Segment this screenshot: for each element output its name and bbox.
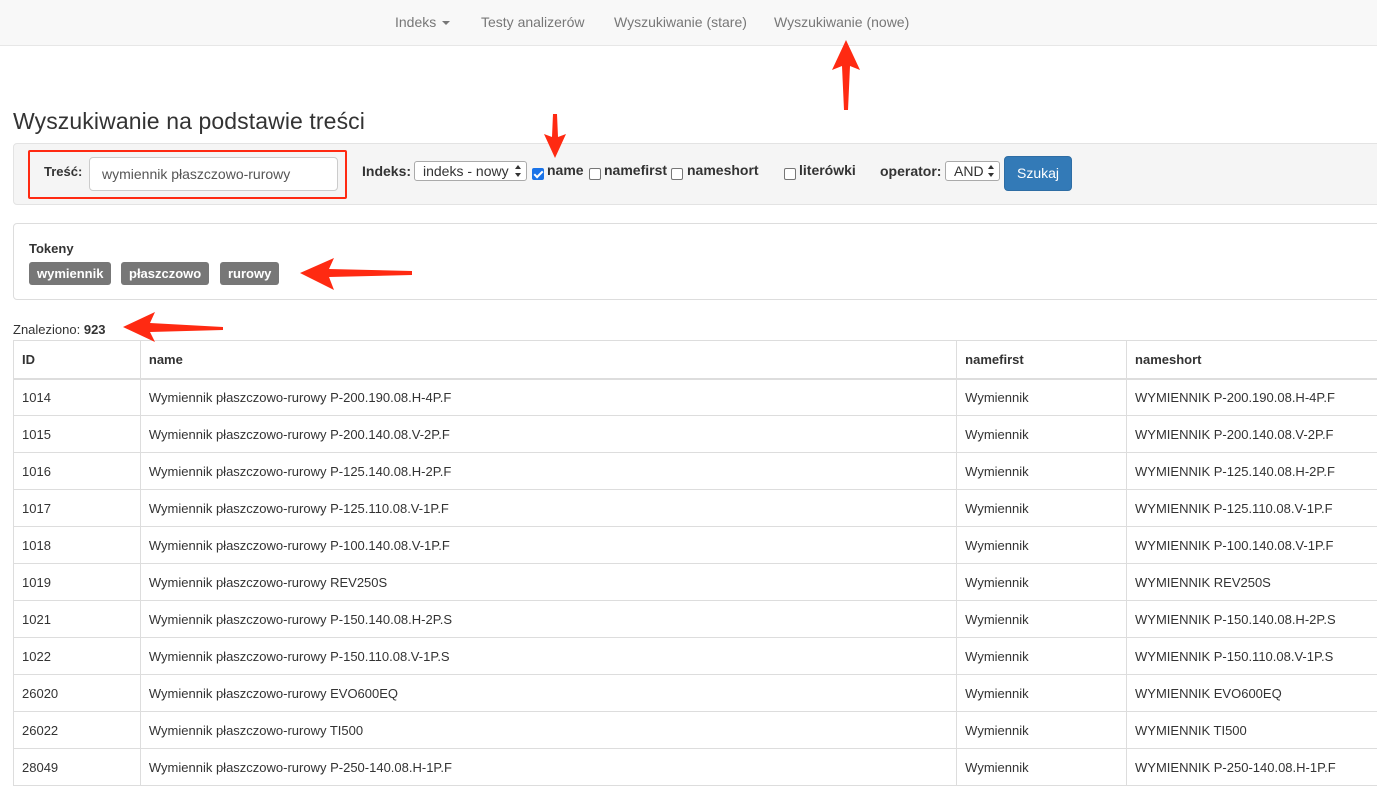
cell-nameshort: WYMIENNIK P-125.110.08.V-1P.F bbox=[1126, 489, 1377, 527]
cell-id: 1019 bbox=[13, 563, 141, 601]
checkbox-name[interactable] bbox=[532, 168, 544, 180]
cell-namefirst: Wymiennik bbox=[956, 748, 1128, 786]
cell-name: Wymiennik płaszczowo-rurowy P-125.110.08… bbox=[139, 489, 958, 527]
page-title: Wyszukiwanie na podstawie treści bbox=[13, 108, 365, 134]
cell-name: Wymiennik płaszczowo-rurowy P-100.140.08… bbox=[139, 526, 958, 564]
search-button[interactable]: Szukaj bbox=[1004, 156, 1072, 191]
cell-id: 26020 bbox=[13, 674, 141, 712]
cell-nameshort: WYMIENNIK REV250S bbox=[1126, 563, 1377, 601]
operator-label: operator: bbox=[880, 163, 942, 179]
found-number: 923 bbox=[83, 322, 106, 337]
cell-namefirst: Wymiennik bbox=[956, 711, 1128, 749]
column-header-nameshort[interactable]: nameshort bbox=[1126, 340, 1377, 380]
content-input[interactable] bbox=[89, 157, 338, 191]
cell-name: Wymiennik płaszczowo-rurowy P-200.190.08… bbox=[139, 378, 958, 416]
annotation-arrow-up-icon bbox=[832, 40, 860, 110]
column-header-id[interactable]: ID bbox=[13, 340, 141, 380]
checkbox-nameshort[interactable] bbox=[671, 168, 683, 180]
cell-namefirst: Wymiennik bbox=[956, 378, 1128, 416]
caret-down-icon bbox=[442, 21, 451, 26]
cell-id: 1017 bbox=[13, 489, 141, 527]
cell-name: Wymiennik płaszczowo-rurowy P-125.140.08… bbox=[139, 452, 958, 490]
checkbox-name-label: name bbox=[547, 162, 584, 178]
table-row[interactable]: 1021 Wymiennik płaszczowo-rurowy P-150.14… bbox=[13, 600, 1377, 638]
cell-nameshort: WYMIENNIK P-200.140.08.V-2P.F bbox=[1126, 415, 1377, 453]
results-table: ID name namefirst nameshort 1014 Wymienni… bbox=[13, 340, 1377, 786]
table-row[interactable]: 1022 Wymiennik płaszczowo-rurowy P-150.11… bbox=[13, 637, 1377, 675]
cell-nameshort: WYMIENNIK P-100.140.08.V-1P.F bbox=[1126, 526, 1377, 564]
select-arrows-icon bbox=[988, 165, 995, 177]
table-row[interactable]: 26020 Wymiennik płaszczowo-rurowy EVO600E… bbox=[13, 674, 1377, 712]
cell-nameshort: WYMIENNIK P-150.140.08.H-2P.S bbox=[1126, 600, 1377, 638]
table-header-row: ID name namefirst nameshort bbox=[13, 340, 1377, 380]
cell-nameshort: WYMIENNIK P-250-140.08.H-1P.F bbox=[1126, 748, 1377, 786]
cell-nameshort: WYMIENNIK P-150.110.08.V-1P.S bbox=[1126, 637, 1377, 675]
cell-namefirst: Wymiennik bbox=[956, 674, 1128, 712]
cell-id: 26022 bbox=[13, 711, 141, 749]
annotation-arrow-left-icon bbox=[123, 312, 223, 342]
cell-nameshort: WYMIENNIK P-200.190.08.H-4P.F bbox=[1126, 378, 1377, 416]
table-row[interactable]: 1015 Wymiennik płaszczowo-rurowy P-200.14… bbox=[13, 415, 1377, 453]
table-row[interactable]: 1018 Wymiennik płaszczowo-rurowy P-100.14… bbox=[13, 526, 1377, 564]
table-row[interactable]: 1017 Wymiennik płaszczowo-rurowy P-125.11… bbox=[13, 489, 1377, 527]
cell-name: Wymiennik płaszczowo-rurowy REV250S bbox=[139, 563, 958, 601]
tokens-panel bbox=[13, 223, 1377, 300]
checkbox-nameshort-label: nameshort bbox=[687, 162, 759, 178]
column-header-namefirst[interactable]: namefirst bbox=[956, 340, 1128, 380]
index-label: Indeks: bbox=[362, 163, 412, 179]
found-count: Znaleziono: 923 bbox=[13, 322, 106, 337]
column-header-name[interactable]: name bbox=[139, 340, 958, 380]
cell-id: 1021 bbox=[13, 600, 141, 638]
token-badge: rurowy bbox=[220, 262, 280, 285]
index-select[interactable]: indeks - nowy bbox=[414, 161, 527, 181]
results-table-body: 1014 Wymiennik płaszczowo-rurowy P-200.19… bbox=[13, 378, 1377, 786]
cell-nameshort: WYMIENNIK TI500 bbox=[1126, 711, 1377, 749]
nav-item-wyszukiwanie-stare[interactable]: Wyszukiwanie (stare) bbox=[614, 14, 747, 30]
found-label: Znaleziono: bbox=[13, 322, 81, 337]
tokens-title: Tokeny bbox=[29, 241, 74, 256]
cell-namefirst: Wymiennik bbox=[956, 452, 1128, 490]
cell-id: 1018 bbox=[13, 526, 141, 564]
cell-id: 1014 bbox=[13, 378, 141, 416]
nav-item-testy-analizerow[interactable]: Testy analizerów bbox=[481, 14, 585, 30]
cell-id: 1016 bbox=[13, 452, 141, 490]
operator-select[interactable]: AND bbox=[945, 161, 1000, 181]
cell-namefirst: Wymiennik bbox=[956, 637, 1128, 675]
cell-name: Wymiennik płaszczowo-rurowy TI500 bbox=[139, 711, 958, 749]
nav-item-wyszukiwanie-nowe[interactable]: Wyszukiwanie (nowe) bbox=[774, 14, 909, 30]
table-row[interactable]: 1016 Wymiennik płaszczowo-rurowy P-125.14… bbox=[13, 452, 1377, 490]
top-navbar: Indeks Testy analizerów Wyszukiwanie (st… bbox=[0, 0, 1377, 46]
checkbox-literowki-label: literówki bbox=[799, 162, 856, 178]
cell-namefirst: Wymiennik bbox=[956, 600, 1128, 638]
cell-id: 28049 bbox=[13, 748, 141, 786]
cell-name: Wymiennik płaszczowo-rurowy P-200.140.08… bbox=[139, 415, 958, 453]
nav-item-indeks[interactable]: Indeks bbox=[395, 14, 451, 30]
cell-id: 1015 bbox=[13, 415, 141, 453]
checkbox-namefirst[interactable] bbox=[589, 168, 601, 180]
cell-nameshort: WYMIENNIK P-125.140.08.H-2P.F bbox=[1126, 452, 1377, 490]
nav-item-label: Indeks bbox=[395, 14, 437, 30]
cell-name: Wymiennik płaszczowo-rurowy P-150.140.08… bbox=[139, 600, 958, 638]
select-arrows-icon bbox=[515, 165, 522, 177]
table-row[interactable]: 1014 Wymiennik płaszczowo-rurowy P-200.19… bbox=[13, 378, 1377, 416]
content-label: Treść: bbox=[44, 164, 83, 179]
cell-name: Wymiennik płaszczowo-rurowy P-150.110.08… bbox=[139, 637, 958, 675]
token-badge: płaszczowo bbox=[121, 262, 210, 285]
cell-namefirst: Wymiennik bbox=[956, 415, 1128, 453]
checkbox-namefirst-label: namefirst bbox=[604, 162, 668, 178]
cell-namefirst: Wymiennik bbox=[956, 563, 1128, 601]
index-select-value: indeks - nowy bbox=[423, 163, 509, 179]
table-row[interactable]: 1019 Wymiennik płaszczowo-rurowy REV250S W… bbox=[13, 563, 1377, 601]
cell-name: Wymiennik płaszczowo-rurowy EVO600EQ bbox=[139, 674, 958, 712]
cell-namefirst: Wymiennik bbox=[956, 489, 1128, 527]
table-row[interactable]: 28049 Wymiennik płaszczowo-rurowy P-250-1… bbox=[13, 748, 1377, 786]
token-badge: wymiennik bbox=[29, 262, 112, 285]
table-row[interactable]: 26022 Wymiennik płaszczowo-rurowy TI500 Wy… bbox=[13, 711, 1377, 749]
cell-namefirst: Wymiennik bbox=[956, 526, 1128, 564]
cell-id: 1022 bbox=[13, 637, 141, 675]
checkbox-literowki[interactable] bbox=[784, 168, 796, 180]
cell-nameshort: WYMIENNIK EVO600EQ bbox=[1126, 674, 1377, 712]
cell-name: Wymiennik płaszczowo-rurowy P-250-140.08… bbox=[139, 748, 958, 786]
operator-select-value: AND bbox=[954, 163, 984, 179]
